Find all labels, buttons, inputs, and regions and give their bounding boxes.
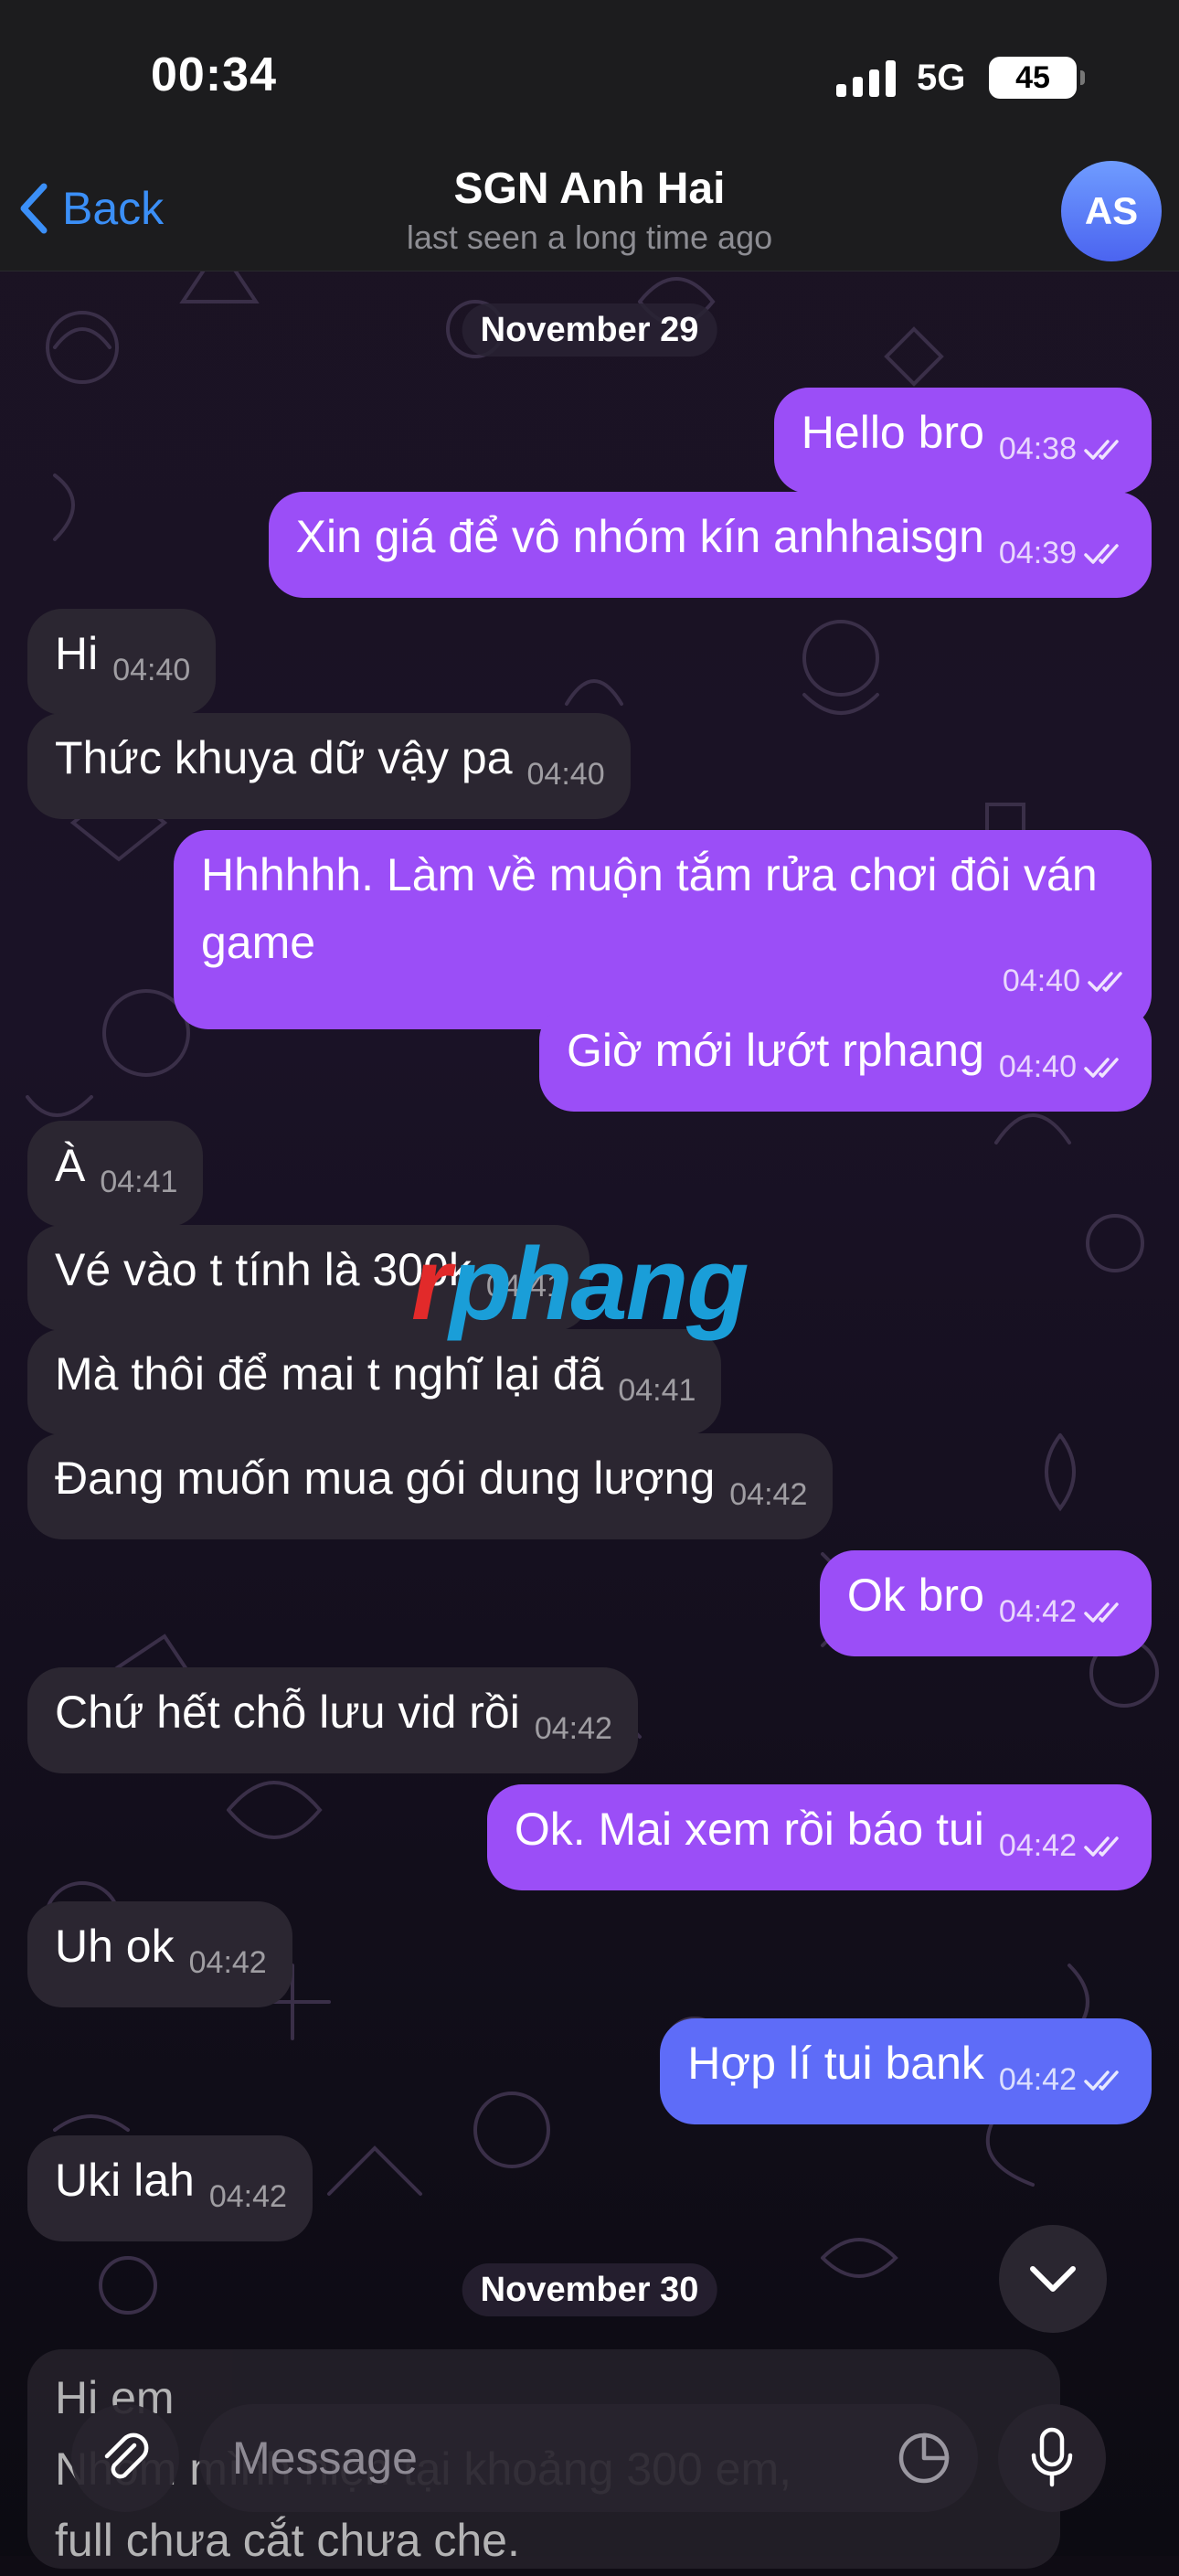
battery-indicator: 45 xyxy=(989,57,1085,99)
message-text: Hhhhhh. Làm về muộn tắm rửa chơi đôi ván… xyxy=(201,849,1098,968)
message-time: 04:38 xyxy=(998,431,1077,466)
message-time: 04:39 xyxy=(998,536,1077,570)
composer-bar xyxy=(0,2349,1179,2556)
message-time: 04:42 xyxy=(188,1945,267,1980)
chat-title: SGN Anh Hai xyxy=(453,165,726,213)
message-bubble-incoming[interactable]: Hi 04:40 xyxy=(27,609,217,715)
message-text: Hello bro xyxy=(801,407,984,458)
message-text: Ok bro xyxy=(846,1570,984,1621)
message-time: 04:40 xyxy=(1002,963,1080,998)
message-time: 04:42 xyxy=(998,2062,1077,2097)
message-meta: 04:39 xyxy=(999,519,1126,587)
message-bubble-incoming[interactable]: Chứ hết chỗ lưu vid rồi 04:42 xyxy=(27,1667,638,1773)
message-meta: 04:40 xyxy=(1003,947,1130,1015)
message-bubble-outgoing[interactable]: Xin giá để vô nhóm kín anhhaisgn 04:39 xyxy=(268,492,1152,598)
voice-record-button[interactable] xyxy=(998,2404,1106,2512)
message-input[interactable] xyxy=(199,2404,978,2512)
message-text: Chứ hết chỗ lưu vid rồi xyxy=(55,1687,520,1738)
message-bubble-incoming[interactable]: Uh ok 04:42 xyxy=(27,1901,292,2007)
message-time: 04:42 xyxy=(729,1477,808,1512)
message-bubble-incoming[interactable]: Mà thôi để mai t nghĩ lại đã 04:41 xyxy=(27,1329,722,1435)
network-type: 5G xyxy=(917,58,966,98)
message-meta: 04:42 xyxy=(999,1812,1126,1879)
message-time: 04:41 xyxy=(618,1373,696,1408)
message-text: Vé vào t tính là 300k xyxy=(55,1244,472,1295)
paperclip-icon xyxy=(104,2432,149,2479)
double-check-icon xyxy=(1084,1602,1119,1623)
double-check-icon xyxy=(1084,1836,1119,1857)
message-bubble-incoming[interactable]: Thức khuya dữ vậy pa 04:40 xyxy=(27,713,631,819)
message-time: 04:42 xyxy=(998,1594,1077,1629)
scroll-to-bottom-button[interactable] xyxy=(999,2225,1107,2333)
status-time: 00:34 xyxy=(151,48,277,101)
message-bubble-incoming[interactable]: Đang muốn mua gói dung lượng 04:42 xyxy=(27,1433,834,1539)
message-meta: 04:40 xyxy=(999,1033,1126,1101)
message-time: 04:40 xyxy=(998,1049,1077,1084)
chevron-left-icon xyxy=(20,183,48,234)
message-text: Xin giá để vô nhóm kín anhhaisgn xyxy=(295,511,984,562)
message-time: 04:42 xyxy=(534,1711,612,1746)
message-time: 04:42 xyxy=(998,1828,1077,1863)
attach-button[interactable] xyxy=(71,2404,179,2512)
message-bubble-outgoing[interactable]: Hhhhhh. Làm về muộn tắm rửa chơi đôi ván… xyxy=(174,830,1152,1029)
status-bar: 00:34 5G 45 xyxy=(0,0,1179,155)
message-bubble-incoming[interactable]: Uki lah 04:42 xyxy=(27,2135,313,2241)
date-separator: November 30 xyxy=(462,2263,717,2316)
double-check-icon xyxy=(1088,972,1122,992)
message-meta: 04:42 xyxy=(999,1578,1126,1645)
double-check-icon xyxy=(1084,544,1119,564)
watermark-logo: rphang xyxy=(411,1227,749,1341)
message-text: Hi xyxy=(55,628,99,679)
message-text: À xyxy=(55,1140,86,1191)
message-bubble-outgoing[interactable]: Ok bro 04:42 xyxy=(819,1550,1152,1656)
message-bubble-outgoing[interactable]: Hello bro 04:38 xyxy=(773,388,1152,494)
chat-header: Back SGN Anh Hai last seen a long time a… xyxy=(0,155,1179,271)
message-text: Hợp lí tui bank xyxy=(687,2038,984,2089)
message-text: Uh ok xyxy=(55,1921,175,1972)
back-label: Back xyxy=(62,183,165,234)
message-text: Ok. Mai xem rồi báo tui xyxy=(514,1804,984,1855)
message-text: Thức khuya dữ vậy pa xyxy=(55,732,513,783)
double-check-icon xyxy=(1084,1058,1119,1078)
message-time: 04:40 xyxy=(526,757,605,792)
message-bubble-outgoing[interactable]: Giờ mới lướt rphang 04:40 xyxy=(538,1006,1152,1112)
message-text: Đang muốn mua gói dung lượng xyxy=(55,1453,716,1504)
message-meta: 04:42 xyxy=(999,2046,1126,2113)
message-bubble-incoming[interactable]: À 04:41 xyxy=(27,1121,204,1227)
message-time: 04:40 xyxy=(112,653,191,687)
sticker-icon[interactable] xyxy=(896,2430,952,2486)
message-time: 04:42 xyxy=(208,2179,287,2214)
double-check-icon xyxy=(1084,440,1119,460)
message-meta: 04:38 xyxy=(999,415,1126,483)
date-separator: November 29 xyxy=(462,303,717,357)
chevron-down-icon xyxy=(1030,2266,1076,2292)
avatar[interactable]: AS xyxy=(1061,161,1162,261)
message-text: Uki lah xyxy=(55,2155,195,2206)
message-text: Giờ mới lướt rphang xyxy=(566,1025,984,1076)
last-seen-status: last seen a long time ago xyxy=(406,218,773,256)
chat-title-area[interactable]: SGN Anh Hai last seen a long time ago xyxy=(274,161,905,258)
message-bubble-outgoing[interactable]: Ok. Mai xem rồi báo tui 04:42 xyxy=(486,1784,1152,1890)
signal-icon xyxy=(836,60,896,97)
message-text: Mà thôi để mai t nghĩ lại đã xyxy=(55,1348,604,1400)
message-bubble-outgoing[interactable]: Hợp lí tui bank 04:42 xyxy=(660,2018,1152,2124)
back-button[interactable]: Back xyxy=(18,172,164,245)
microphone-icon xyxy=(1031,2427,1073,2487)
double-check-icon xyxy=(1084,2070,1119,2091)
message-time: 04:41 xyxy=(100,1165,178,1199)
